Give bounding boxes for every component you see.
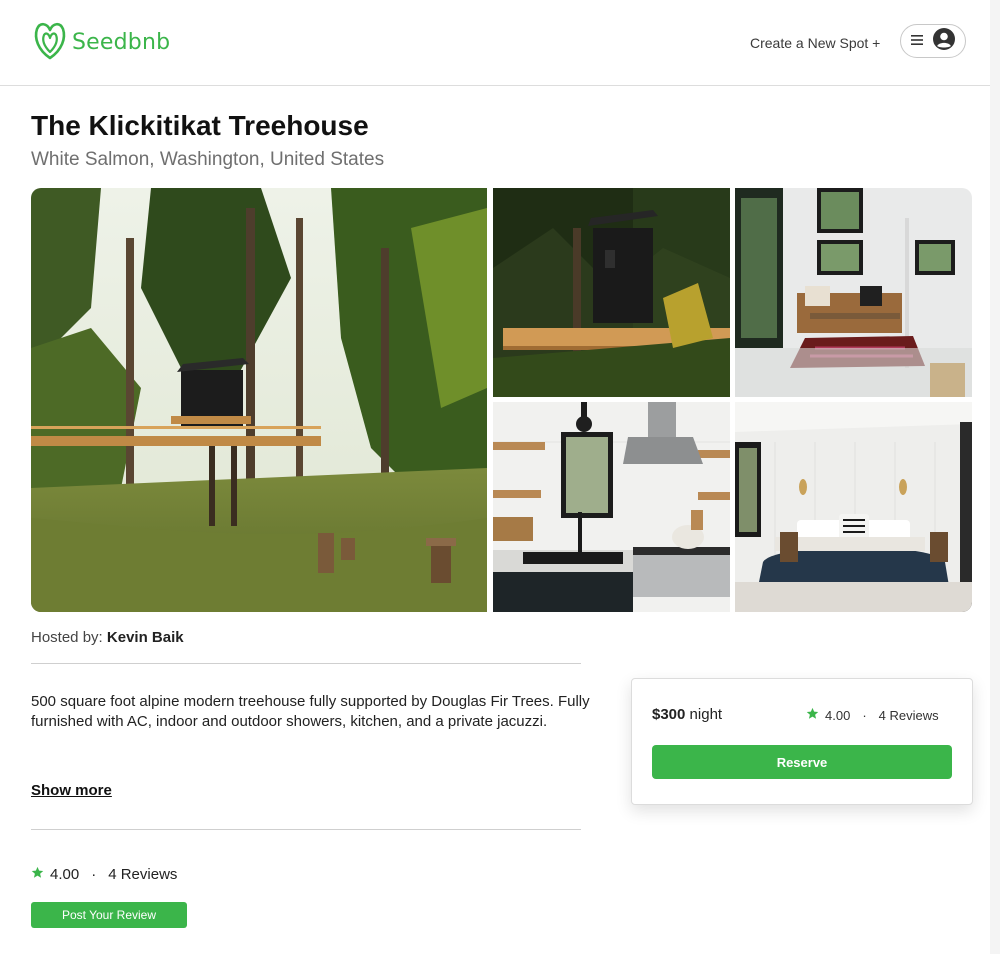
create-spot-link[interactable]: Create a New Spot + [750, 35, 880, 51]
show-more-link[interactable]: Show more [31, 782, 112, 799]
hamburger-icon [911, 32, 923, 50]
scrollbar[interactable] [990, 0, 1000, 954]
card-review-count: 4 Reviews [878, 707, 939, 723]
separator-dot: · [91, 866, 97, 883]
divider [31, 829, 581, 830]
image-treehouse-deck[interactable] [493, 188, 730, 397]
rating-value: 4.00 [50, 866, 80, 883]
user-circle-icon [933, 27, 955, 55]
star-icon [31, 866, 44, 883]
card-rating-value: 4.00 [825, 707, 851, 723]
booking-card: $300 night 4.00 · 4 Reviews Reserve [631, 678, 973, 805]
reserve-button[interactable]: Reserve [652, 745, 952, 779]
price-value: $300 [652, 706, 686, 723]
profile-menu-button[interactable] [900, 24, 966, 58]
seed-logo-icon [32, 20, 68, 65]
separator-dot: · [862, 707, 867, 723]
hosted-by-label: Hosted by: [31, 629, 103, 646]
spot-title: The Klickitikat Treehouse [31, 110, 369, 141]
price-unit: night [689, 706, 723, 723]
image-kitchen[interactable] [493, 402, 730, 612]
price-per-night: $300 night [652, 706, 722, 723]
top-nav-bar: Seedbnb Create a New Spot + [0, 0, 990, 86]
spot-location: White Salmon, Washington, United States [31, 149, 385, 170]
post-review-button[interactable]: Post Your Review [31, 902, 187, 928]
spot-description: 500 square foot alpine modern treehouse … [31, 693, 590, 730]
review-count: 4 Reviews [108, 866, 178, 883]
host-name: Kevin Baik [106, 629, 184, 646]
brand-name: Seedbnb [72, 30, 171, 55]
star-icon [806, 707, 819, 723]
hosted-by: Hosted by: Kevin Baik [31, 629, 184, 646]
divider [31, 663, 581, 664]
home-logo-link[interactable]: Seedbnb [32, 20, 170, 65]
image-living-room[interactable] [735, 188, 972, 397]
card-rating: 4.00 · 4 Reviews [806, 707, 939, 723]
image-bedroom[interactable] [735, 402, 972, 612]
reviews-summary: 4.00 · 4 Reviews [31, 866, 177, 883]
main-image-treehouse-exterior[interactable] [31, 188, 487, 612]
photo-gallery [31, 188, 972, 612]
